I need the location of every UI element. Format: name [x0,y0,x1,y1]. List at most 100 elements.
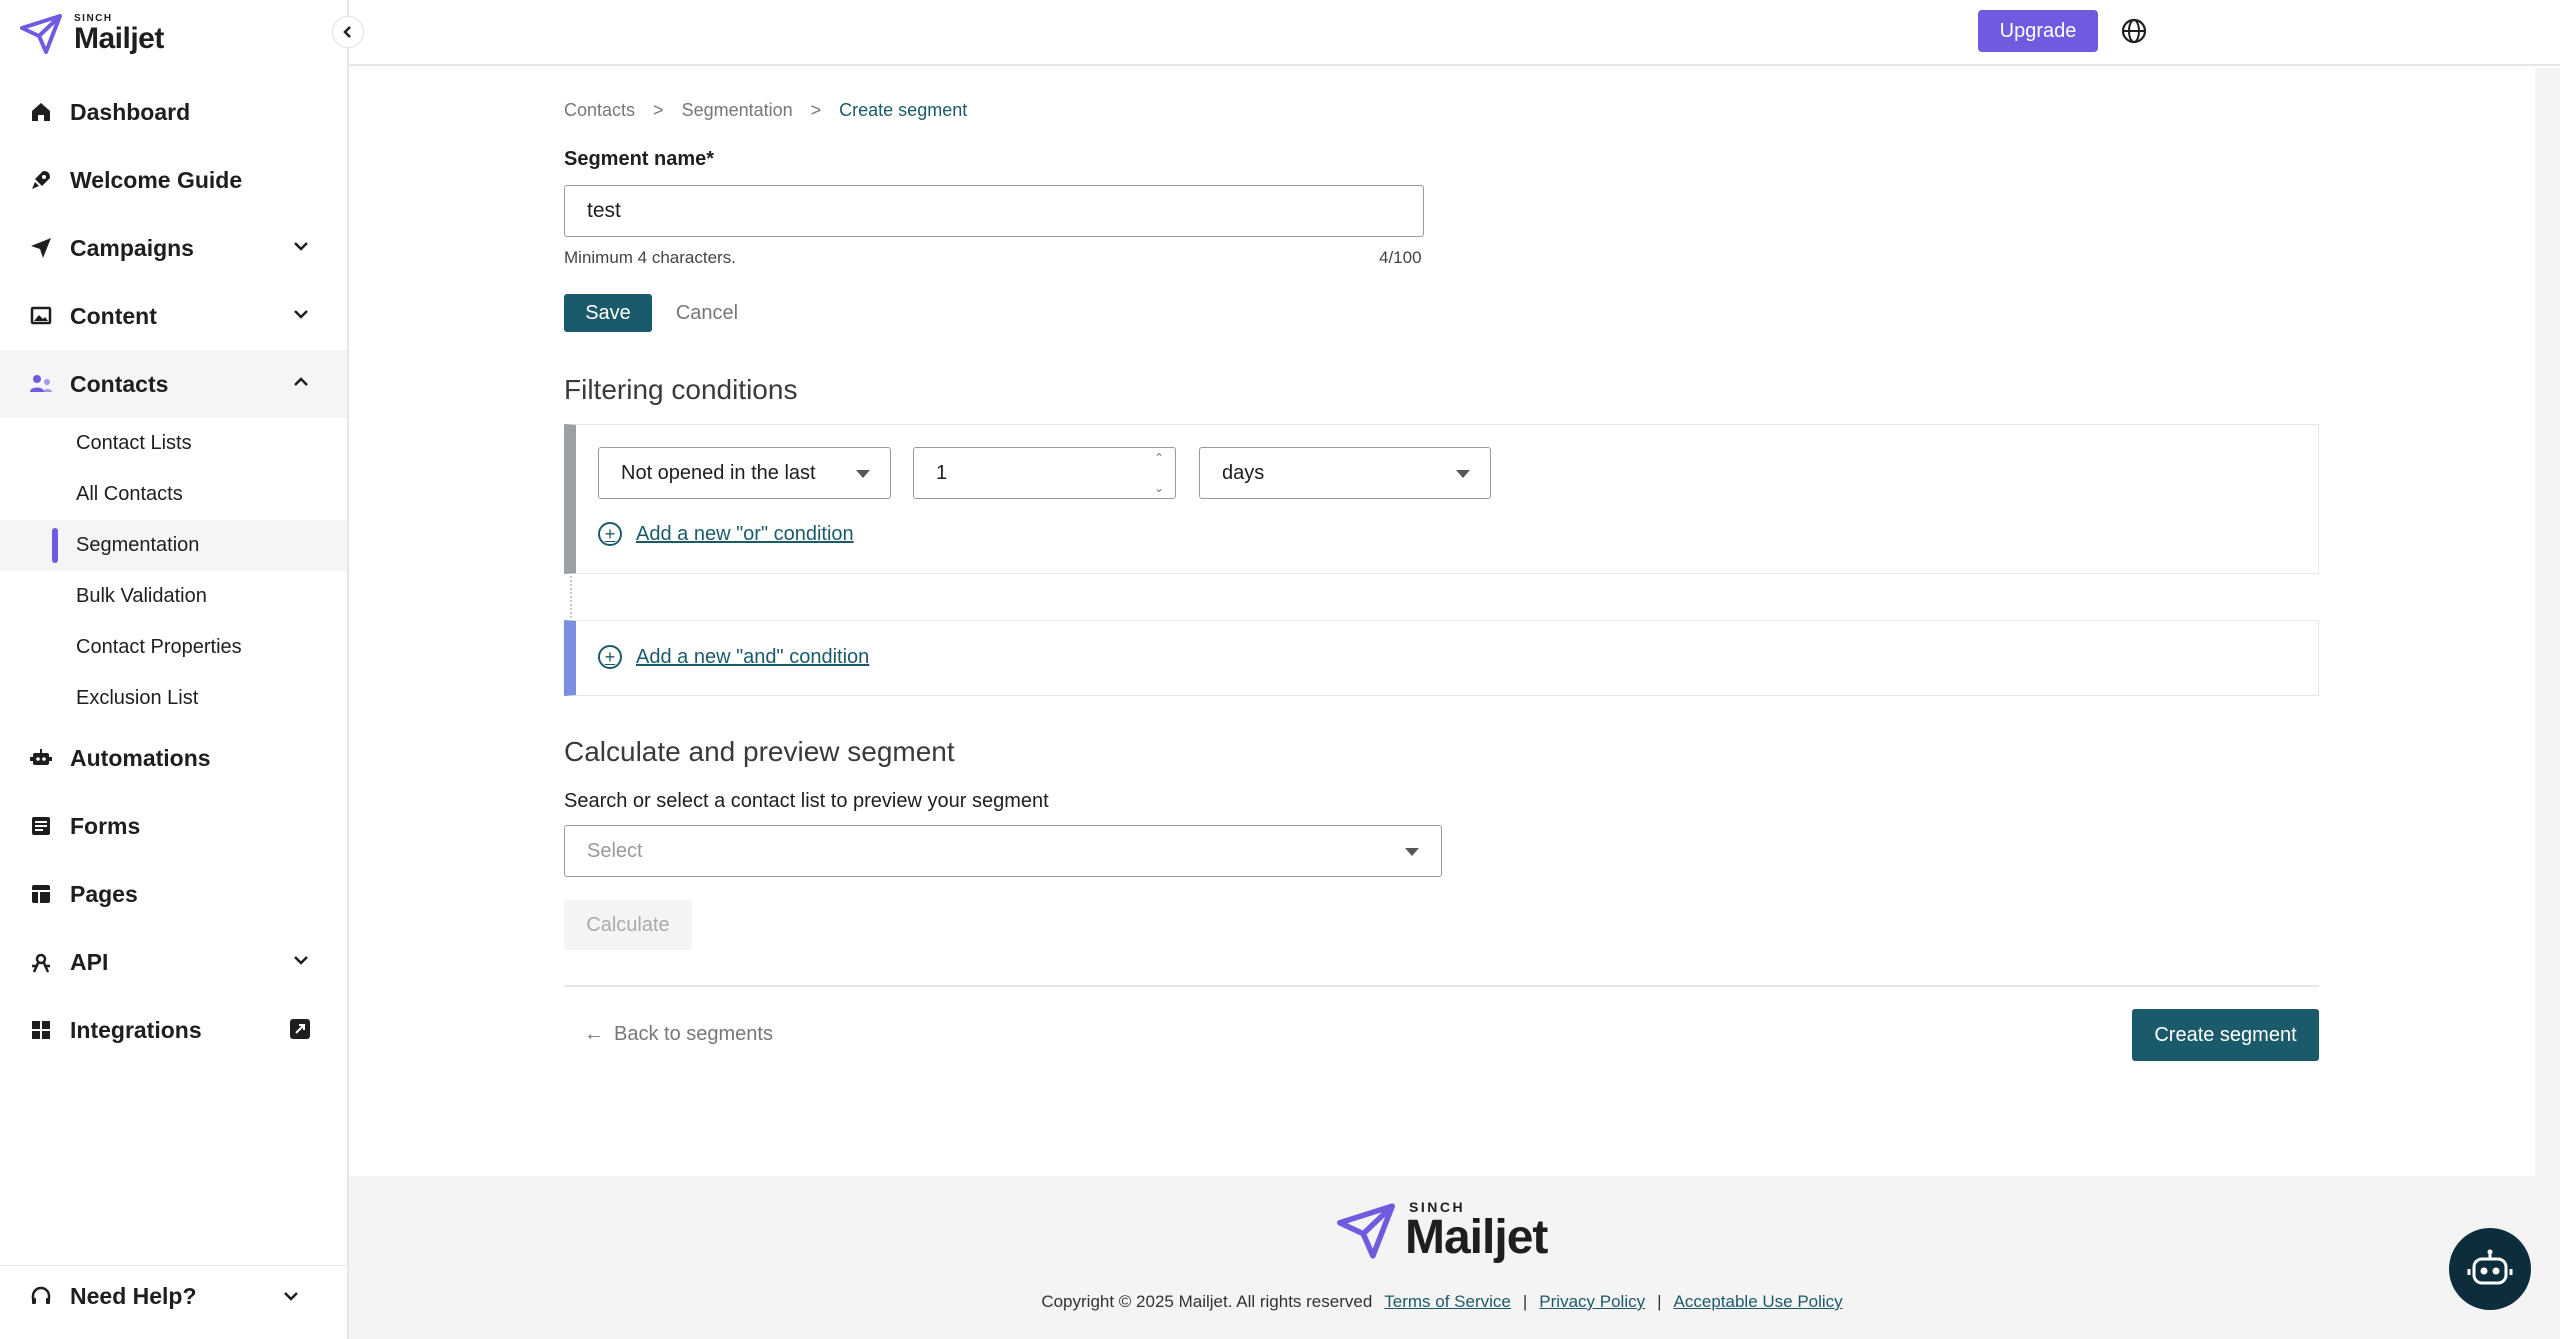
mailjet-logo[interactable]: SINCH Mailjet [20,14,164,54]
condition-type-value: Not opened in the last [621,461,816,484]
sidebar-subitem-bulk-validation[interactable]: Bulk Validation [0,571,347,622]
number-stepper[interactable]: ⌃ ⌄ [1147,451,1171,495]
footer-logo-mailjet-text: Mailjet [1405,1211,1548,1264]
plus-circle-icon: + [598,522,622,546]
chevron-down-icon[interactable] [281,1286,301,1306]
sidebar-item-campaigns[interactable]: Campaigns [0,214,347,282]
scrollbar-thumb[interactable] [2540,70,2554,1170]
save-button[interactable]: Save [564,294,652,332]
caret-down-icon [1405,848,1419,856]
back-to-segments-link[interactable]: ← Back to segments [584,1023,773,1046]
add-and-condition-link[interactable]: + Add a new "and" condition [598,645,869,669]
sidebar-item-label: Contacts [70,370,169,397]
back-to-segments-label: Back to segments [614,1023,773,1045]
stepper-up-icon[interactable]: ⌃ [1154,451,1164,465]
external-link-icon[interactable] [289,1018,311,1040]
sidebar-subitem-contact-properties[interactable]: Contact Properties [0,622,347,673]
headset-icon [28,1285,54,1309]
contact-list-placeholder: Select [587,839,643,862]
sidebar-item-automations[interactable]: Automations [0,724,347,792]
sidebar-item-label: Welcome Guide [70,166,243,193]
breadcrumb-segmentation[interactable]: Segmentation [682,100,793,121]
caret-down-icon [856,470,870,478]
caret-down-icon [1456,470,1470,478]
sidebar-item-integrations[interactable]: Integrations [0,996,347,1064]
form-icon [28,813,54,839]
sidebar-item-api[interactable]: API [0,928,347,996]
chevron-down-icon[interactable] [291,304,311,324]
calculate-button[interactable]: Calculate [564,900,692,950]
sidebar-item-contacts[interactable]: Contacts [0,350,347,418]
stepper-down-icon[interactable]: ⌄ [1154,481,1164,495]
sidebar: SINCH Mailjet Dashboard Welcome Guide Ca… [0,0,349,1339]
sidebar-item-dashboard[interactable]: Dashboard [0,78,347,146]
privacy-policy-link[interactable]: Privacy Policy [1539,1292,1645,1312]
sidebar-item-label: Automations [70,744,211,771]
sidebar-subitem-segmentation[interactable]: Segmentation [0,520,347,571]
footer: SINCH Mailjet Copyright © 2025 Mailjet. … [349,1176,2535,1339]
sidebar-item-label: Content [70,302,157,329]
add-and-condition-label: Add a new "and" condition [636,645,870,668]
acceptable-use-policy-link[interactable]: Acceptable Use Policy [1674,1292,1843,1312]
home-icon [28,99,54,125]
contacts-icon [28,371,54,397]
segment-name-hint: Minimum 4 characters. [564,248,736,267]
sidebar-subitem-label: Exclusion List [76,687,199,709]
copyright-text: Copyright © 2025 Mailjet. All rights res… [1041,1292,1373,1311]
condition-value-input[interactable]: 1 ⌃ ⌄ [913,447,1176,499]
condition-unit-select[interactable]: days [1199,447,1491,499]
sidebar-subitem-label: All Contacts [76,483,183,505]
upgrade-button[interactable]: Upgrade [1978,10,2098,52]
create-segment-button[interactable]: Create segment [2132,1009,2319,1061]
collapse-sidebar-button[interactable] [332,16,364,48]
footer-separator: | [1522,1292,1528,1311]
sidebar-item-label: API [70,948,109,975]
main-content: Contacts > Segmentation > Create segment… [349,68,2535,1176]
contact-list-select[interactable]: Select [564,825,1442,877]
sidebar-subitem-all-contacts[interactable]: All Contacts [0,469,347,520]
condition-type-select[interactable]: Not opened in the last [598,447,891,499]
grid-icon [28,1017,54,1043]
sidebar-item-label: Campaigns [70,234,194,261]
logo-mailjet-text: Mailjet [74,22,164,55]
need-help-toggle[interactable]: Need Help? [0,1265,347,1327]
send-icon [28,235,54,261]
image-icon [28,303,54,329]
cancel-button[interactable]: Cancel [667,294,747,332]
preview-title: Calculate and preview segment [564,736,955,767]
scrollbar[interactable] [2535,68,2560,1339]
rocket-icon [28,167,54,193]
condition-value: 1 [936,461,948,484]
paper-plane-logo-icon [20,14,62,54]
chevron-down-icon[interactable] [291,950,311,970]
paper-plane-logo-icon [1337,1203,1395,1259]
sidebar-item-label: Dashboard [70,98,191,125]
breadcrumb-contacts[interactable]: Contacts [564,100,635,121]
or-condition-group: Not opened in the last 1 ⌃ ⌄ days + Add … [564,424,2319,574]
sidebar-item-label: Pages [70,880,138,907]
breadcrumb-separator: > [810,100,822,120]
add-or-condition-link[interactable]: + Add a new "or" condition [598,522,854,546]
footer-links: Copyright © 2025 Mailjet. All rights res… [349,1292,2535,1312]
chatbot-button[interactable] [2449,1228,2531,1310]
terms-of-service-link[interactable]: Terms of Service [1384,1292,1511,1312]
sidebar-subitem-contact-lists[interactable]: Contact Lists [0,418,347,469]
sidebar-item-content[interactable]: Content [0,282,347,350]
breadcrumb-separator: > [653,100,664,120]
footer-logo: SINCH Mailjet [1337,1200,1548,1264]
page-layout-icon [28,881,54,907]
and-condition-group: + Add a new "and" condition [564,620,2319,696]
condition-unit-value: days [1222,461,1265,484]
chevron-up-icon[interactable] [291,372,311,392]
segment-name-input[interactable] [564,185,1424,237]
breadcrumb-current: Create segment [839,100,968,120]
sidebar-item-pages[interactable]: Pages [0,860,347,928]
sidebar-item-welcome-guide[interactable]: Welcome Guide [0,146,347,214]
chevron-down-icon[interactable] [291,236,311,256]
condition-connector [570,576,572,626]
sidebar-item-forms[interactable]: Forms [0,792,347,860]
sidebar-subitem-exclusion-list[interactable]: Exclusion List [0,673,347,724]
sidebar-item-label: Forms [70,812,141,839]
breadcrumb: Contacts > Segmentation > Create segment [564,100,967,121]
globe-icon[interactable] [2119,16,2149,46]
